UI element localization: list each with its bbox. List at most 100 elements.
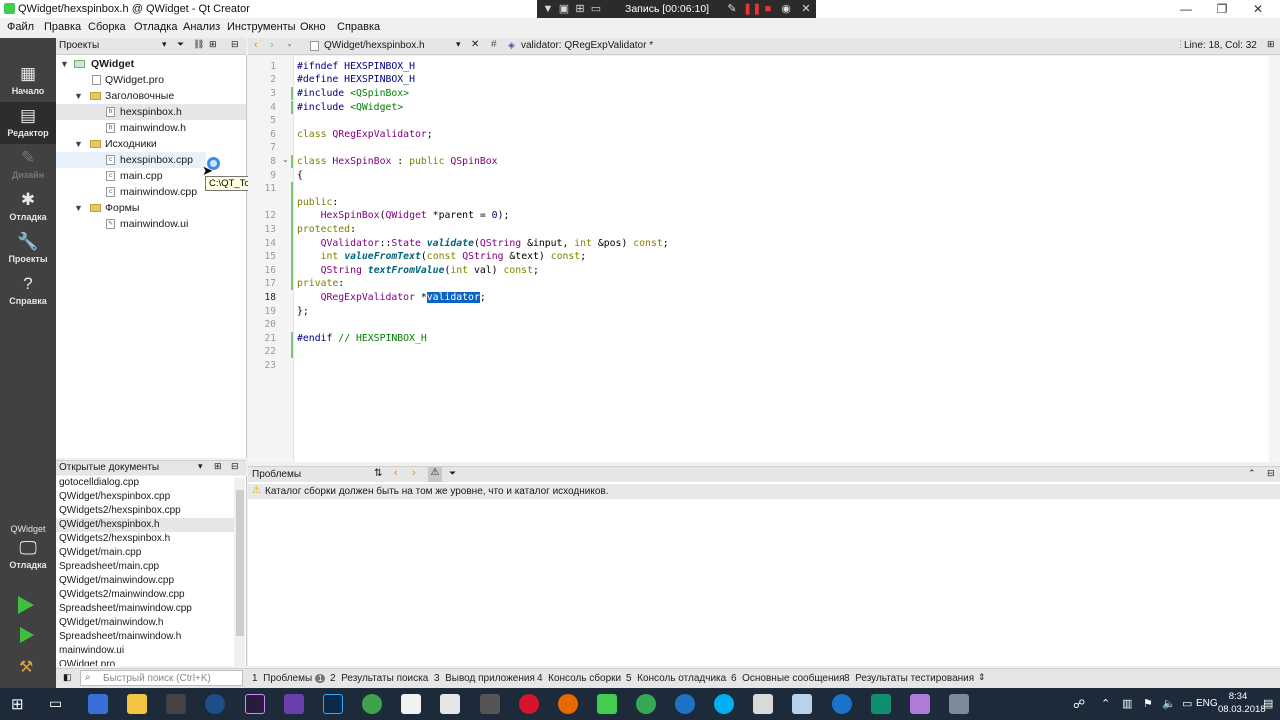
windows-start-icon[interactable]: ⊞ xyxy=(11,695,24,713)
output-tab-compile[interactable]: 4 Консоль сборки xyxy=(537,673,621,684)
photoshop-icon[interactable] xyxy=(323,694,343,714)
split-editor-icon[interactable]: ⊞ xyxy=(1267,39,1275,50)
close-recording-icon[interactable]: ✕ xyxy=(799,2,813,16)
taskbar-app-icon[interactable] xyxy=(205,694,225,714)
taskbar-app-icon[interactable] xyxy=(675,694,695,714)
qt-creator-icon[interactable] xyxy=(597,694,617,714)
menu-build[interactable]: Сборка xyxy=(88,21,126,33)
open-doc-item[interactable]: QWidget/mainwindow.cpp xyxy=(56,574,234,588)
menu-tools[interactable]: Инструменты xyxy=(227,21,296,33)
tree-item-mainwindow-ui[interactable]: ✎ mainwindow.ui xyxy=(56,216,246,232)
open-doc-item[interactable]: QWidgets2/mainwindow.cpp xyxy=(56,588,234,602)
documents-scroll-thumb[interactable] xyxy=(236,490,244,636)
tray-chevron-icon[interactable]: ⌃ xyxy=(1101,697,1110,710)
tree-item-forms[interactable]: ▼ Формы xyxy=(56,200,246,216)
tree-item-hexspinbox-cpp[interactable]: c hexspinbox.cpp xyxy=(56,152,206,168)
edge-icon[interactable] xyxy=(871,694,891,714)
tree-item-project[interactable]: ▼ QWidget xyxy=(56,56,246,72)
menu-window[interactable]: Окно xyxy=(300,21,326,33)
problem-item[interactable]: ⚠ Каталог сборки должен быть на том же у… xyxy=(248,484,1280,499)
symbol-selector[interactable]: validator: QRegExpValidator * xyxy=(521,40,653,51)
flag-icon[interactable]: ⚑ xyxy=(1143,697,1153,710)
toggle-sidebar-icon[interactable]: ◧ xyxy=(63,672,72,683)
minimize-button[interactable]: — xyxy=(1168,0,1204,18)
tree-item-mainwindow-h[interactable]: h mainwindow.h xyxy=(56,120,246,136)
output-tab-tests[interactable]: 8 Результаты тестирования xyxy=(844,673,974,684)
tree-item-pro[interactable]: QWidget.pro xyxy=(56,72,246,88)
chevron-down-icon[interactable]: ▾ xyxy=(456,39,461,50)
language-indicator[interactable]: ENG xyxy=(1196,698,1218,709)
calculator-icon[interactable] xyxy=(480,694,500,714)
taskbar-app-icon[interactable] xyxy=(949,694,969,714)
menu-debug[interactable]: Отладка xyxy=(134,21,177,33)
mode-editor[interactable]: ▤ Редактор xyxy=(0,102,56,144)
chevron-down-icon[interactable]: ▾ xyxy=(162,39,167,50)
taskbar-clock[interactable]: 8:34 08.03.2018 xyxy=(1218,690,1266,716)
close-panel-icon[interactable]: ⊟ xyxy=(1267,468,1275,479)
opera-icon[interactable] xyxy=(519,694,539,714)
tree-item-sources[interactable]: ▼ Исходники xyxy=(56,136,246,152)
taskbar-app-icon[interactable] xyxy=(910,694,930,714)
prev-arrow-icon[interactable]: ‹ xyxy=(394,467,398,479)
output-tab-debugger[interactable]: 5 Консоль отладчика xyxy=(626,673,726,684)
people-icon[interactable]: ☍ xyxy=(1073,697,1085,711)
mode-projects[interactable]: 🔧 Проекты xyxy=(0,228,56,270)
open-doc-item[interactable]: QWidget/hexspinbox.h xyxy=(56,518,234,532)
locator-search-input[interactable]: ⌕ Быстрый поиск (Ctrl+K) xyxy=(80,670,243,686)
taskbar-app-icon[interactable] xyxy=(440,694,460,714)
collapse-icon[interactable]: ▼ xyxy=(541,2,555,16)
after-effects-icon[interactable] xyxy=(245,694,265,714)
chevron-down-icon[interactable]: ▾ xyxy=(198,461,203,472)
fullscreen-icon[interactable]: ⊞ xyxy=(573,2,587,16)
warning-filter-icon[interactable]: ⚠ xyxy=(428,467,442,482)
open-doc-item[interactable]: QWidget/main.cpp xyxy=(56,546,234,560)
link-icon[interactable]: ⛓ xyxy=(193,39,204,50)
hash-icon[interactable]: # xyxy=(491,39,497,50)
chrome-icon[interactable] xyxy=(636,694,656,714)
open-doc-item[interactable]: QWidget/hexspinbox.cpp xyxy=(56,490,234,504)
mode-debug[interactable]: ✱ Отладка xyxy=(0,186,56,228)
taskbar-app-icon[interactable] xyxy=(88,694,108,714)
open-doc-item[interactable]: gotocelldialog.cpp xyxy=(56,476,234,490)
mode-design[interactable]: ✎ Дизайн xyxy=(0,144,56,186)
back-arrow-icon[interactable]: ‹ xyxy=(254,39,258,51)
run-button[interactable] xyxy=(18,596,34,614)
menu-analyze[interactable]: Анализ xyxy=(183,21,220,33)
close-panel-icon[interactable]: ⊟ xyxy=(231,39,239,50)
output-tab-app-output[interactable]: 3 Вывод приложения xyxy=(434,673,535,684)
menu-file[interactable]: Файл xyxy=(7,21,34,33)
file-explorer-icon[interactable] xyxy=(127,694,147,714)
close-file-icon[interactable]: ✕ xyxy=(471,39,479,50)
filter-icon[interactable]: ⏷ xyxy=(449,468,456,479)
forward-arrow-icon[interactable]: › xyxy=(270,39,274,51)
stop-icon[interactable]: ■ xyxy=(761,2,775,16)
close-button[interactable]: ✕ xyxy=(1240,0,1276,18)
build-hammer-icon[interactable]: ⚒ xyxy=(19,657,33,677)
pause-icon[interactable]: ❚❚ xyxy=(743,2,761,16)
open-doc-item[interactable]: Spreadsheet/mainwindow.h xyxy=(56,630,234,644)
expand-arrow-icon[interactable]: ▼ xyxy=(74,200,83,216)
battery-icon[interactable]: ▭ xyxy=(1182,697,1192,710)
store-icon[interactable] xyxy=(166,694,186,714)
file-tab[interactable]: QWidget/hexspinbox.h xyxy=(324,40,425,51)
output-tab-search[interactable]: 2 Результаты поиска xyxy=(330,673,428,684)
open-doc-item[interactable]: QWidgets2/hexspinbox.cpp xyxy=(56,504,234,518)
more-tabs-icon[interactable]: ⇕ xyxy=(978,672,986,683)
output-tab-general[interactable]: 6 Основные сообщения xyxy=(731,673,845,684)
output-tab-problems[interactable]: 1 Проблемы 1 xyxy=(252,673,326,684)
filter-icon[interactable]: ⏷ xyxy=(177,39,184,50)
notepad-icon[interactable] xyxy=(401,694,421,714)
screen-icon[interactable]: ▭ xyxy=(589,2,603,16)
fold-arrow-icon[interactable]: ⌄ xyxy=(282,155,289,164)
torrent-icon[interactable] xyxy=(362,694,382,714)
open-doc-item[interactable]: QWidget.pro xyxy=(56,658,234,666)
taskbar-app-icon[interactable] xyxy=(832,694,852,714)
sort-icon[interactable]: ⇅ xyxy=(374,468,382,479)
open-doc-item[interactable]: Spreadsheet/main.cpp xyxy=(56,560,234,574)
pen-icon[interactable]: ✎ xyxy=(725,2,739,16)
mode-welcome[interactable]: ▦ Начало xyxy=(0,60,56,102)
mode-help[interactable]: ? Справка xyxy=(0,270,56,312)
camera-icon[interactable]: ◉ xyxy=(779,2,793,16)
next-arrow-icon[interactable]: › xyxy=(412,467,416,479)
network-icon[interactable]: ▥ xyxy=(1122,697,1132,710)
